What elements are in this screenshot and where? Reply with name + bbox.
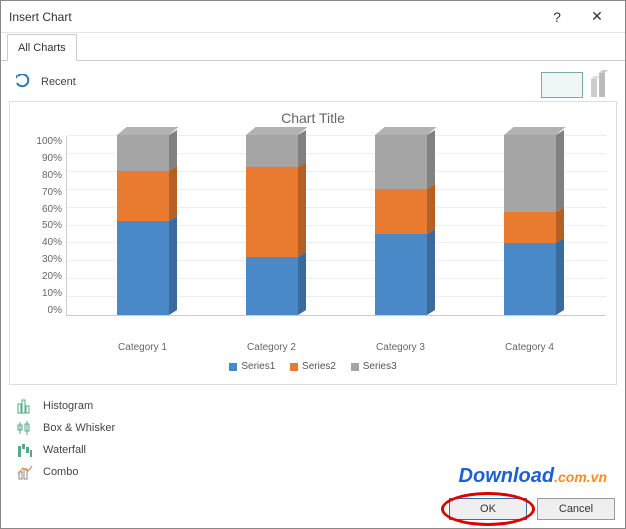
- x-tick: Category 4: [505, 342, 554, 353]
- watermark: Download.com.vn: [459, 465, 607, 488]
- legend: Series1 Series2 Series3: [20, 361, 606, 374]
- chart-column: [375, 135, 427, 315]
- chart-preview: Chart Title 100% 90% 80% 70% 60% 50% 40%…: [9, 101, 617, 385]
- chart-segment: [246, 167, 298, 257]
- legend-swatch-3: [351, 363, 359, 371]
- subtype-stacked-100[interactable]: [541, 72, 583, 98]
- y-tick: 20%: [20, 271, 62, 282]
- combo-icon: [17, 464, 33, 480]
- sidebar-item-label: Combo: [43, 466, 78, 478]
- y-tick: 0%: [20, 305, 62, 316]
- chart-segment: [375, 135, 427, 189]
- chart-segment: [504, 243, 556, 315]
- sidebar-item-histogram[interactable]: Histogram: [17, 395, 617, 417]
- y-tick: 40%: [20, 237, 62, 248]
- cancel-button[interactable]: Cancel: [537, 498, 615, 520]
- help-button[interactable]: ?: [537, 9, 577, 25]
- sidebar-item-waterfall[interactable]: Waterfall: [17, 439, 617, 461]
- chart-segment: [117, 135, 169, 171]
- ok-button[interactable]: OK: [449, 498, 527, 520]
- chart-segment: [504, 135, 556, 212]
- histogram-icon: [17, 398, 33, 414]
- y-axis: 100% 90% 80% 70% 60% 50% 40% 30% 20% 10%…: [20, 136, 66, 316]
- chart-segment: [246, 257, 298, 315]
- insert-chart-dialog: Insert Chart ? ✕ All Charts Recent Chart…: [0, 0, 626, 529]
- sidebar-item-recent[interactable]: Recent: [9, 69, 617, 95]
- y-tick: 10%: [20, 288, 62, 299]
- close-button[interactable]: ✕: [577, 8, 617, 25]
- chart-segment: [375, 234, 427, 315]
- chart-segment: [246, 135, 298, 167]
- sidebar-item-label: Box & Whisker: [43, 422, 115, 434]
- chart-column: [246, 135, 298, 315]
- titlebar: Insert Chart ? ✕: [1, 1, 625, 33]
- legend-label: Series2: [302, 361, 336, 372]
- plot-area: [66, 136, 606, 316]
- chart-title: Chart Title: [20, 110, 606, 126]
- chart-subtype-strip: [541, 69, 611, 101]
- x-tick: Category 1: [118, 342, 167, 353]
- tab-all-charts[interactable]: All Charts: [7, 34, 77, 61]
- legend-label: Series3: [363, 361, 397, 372]
- chart-segment: [117, 221, 169, 315]
- waterfall-icon: [17, 442, 33, 458]
- y-tick: 70%: [20, 187, 62, 198]
- y-tick: 90%: [20, 153, 62, 164]
- chart-segment: [117, 171, 169, 221]
- y-tick: 50%: [20, 220, 62, 231]
- chart-column: [504, 135, 556, 315]
- y-tick: 60%: [20, 204, 62, 215]
- y-tick: 80%: [20, 170, 62, 181]
- legend-label: Series1: [241, 361, 275, 372]
- sidebar-item-label: Waterfall: [43, 444, 86, 456]
- recent-icon: [15, 74, 31, 90]
- tab-strip: All Charts: [1, 33, 625, 61]
- x-axis: Category 1 Category 2 Category 3 Categor…: [20, 336, 606, 353]
- chart-segment: [375, 189, 427, 234]
- sidebar-item-boxwhisker[interactable]: Box & Whisker: [17, 417, 617, 439]
- x-tick: Category 2: [247, 342, 296, 353]
- chart-segment: [504, 212, 556, 243]
- boxwhisker-icon: [17, 420, 33, 436]
- x-tick: Category 3: [376, 342, 425, 353]
- sidebar-item-label: Recent: [41, 76, 76, 88]
- dialog-footer: OK Cancel: [449, 498, 615, 520]
- subtype-3d-column-icon[interactable]: [589, 69, 611, 101]
- sidebar-item-label: Histogram: [43, 400, 93, 412]
- legend-swatch-2: [290, 363, 298, 371]
- chart-column: [117, 135, 169, 315]
- window-title: Insert Chart: [9, 10, 537, 24]
- y-tick: 100%: [20, 136, 62, 147]
- legend-swatch-1: [229, 363, 237, 371]
- y-tick: 30%: [20, 254, 62, 265]
